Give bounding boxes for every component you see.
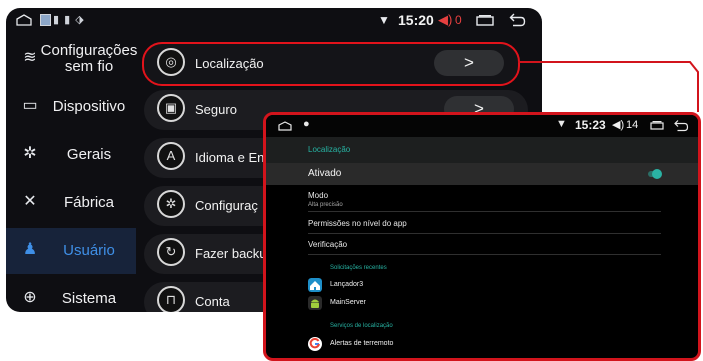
verification-label: Verificação	[308, 240, 348, 249]
menu-item-location[interactable]: ◎ Localização >	[142, 42, 520, 86]
service-name: Alertas de terremoto	[330, 340, 394, 347]
recent-apps-icon[interactable]	[476, 15, 494, 26]
tools-icon: ✕	[23, 193, 37, 210]
location-services-header: Serviços de localização	[330, 323, 393, 329]
sidebar-item-device[interactable]: ▭ Dispositivo	[6, 84, 136, 130]
settings-sidebar: ≋ Configurações sem fio ▭ Dispositivo ✲ …	[6, 36, 138, 312]
sidebar-item-system[interactable]: ⊕ Sistema	[6, 276, 136, 312]
status-bar: ▮ ▮ ⬗ ▼ 15:20 ◀) 0	[6, 8, 542, 34]
gallery-icon	[40, 14, 51, 27]
recent-requests-header: Solicitações recentes	[330, 265, 387, 271]
mode-row[interactable]: Modo Alta precisão	[308, 191, 661, 208]
toggle-switch[interactable]	[652, 169, 662, 179]
verification-row[interactable]: Verificação	[308, 240, 661, 249]
android-icon	[308, 296, 322, 310]
backup-icon: ↻	[157, 238, 185, 266]
menu-item-label: Conta	[195, 294, 230, 309]
sidebar-item-user[interactable]: ♟ Usuário	[6, 228, 136, 274]
language-icon: A	[157, 142, 185, 170]
mode-label: Modo	[308, 191, 329, 200]
wifi-icon: ≋	[23, 49, 37, 66]
location-pin-icon: ●	[303, 118, 310, 130]
recent-apps-icon[interactable]	[650, 121, 664, 130]
sidebar-item-label: Fábrica	[63, 194, 115, 211]
wifi-signal-icon: ▼	[378, 13, 390, 27]
menu-item-label: Configuraç	[195, 198, 258, 213]
clock: 15:20	[398, 12, 434, 28]
sidebar-item-label: Usuário	[63, 242, 115, 259]
home-icon[interactable]	[16, 14, 32, 26]
gear-icon: ✲	[23, 145, 37, 162]
sidebar-item-wireless[interactable]: ≋ Configurações sem fio	[6, 36, 138, 82]
location-settings-zoom: ● ▼ 15:23 ◀) 14 Localização Ativado Modo…	[263, 112, 701, 361]
sidebar-item-general[interactable]: ✲ Gerais	[6, 132, 136, 178]
toggle-label: Ativado	[308, 168, 342, 179]
page-title: Localização	[308, 145, 351, 154]
wifi-signal-icon: ▼	[556, 118, 567, 130]
sidebar-item-label: Dispositivo	[52, 98, 126, 115]
app-permissions-row[interactable]: Permissões no nível do app	[308, 219, 661, 228]
back-icon[interactable]	[674, 119, 689, 132]
settings-icon: ✲	[157, 190, 185, 218]
divider	[308, 233, 661, 234]
globe-icon: ⊕	[23, 289, 37, 306]
google-icon	[308, 337, 322, 351]
clock: 15:23	[575, 118, 606, 132]
app-permissions-label: Permissões no nível do app	[308, 219, 407, 228]
divider	[308, 254, 661, 255]
monitor-icon: ▭	[22, 97, 38, 114]
app-name: MainServer	[330, 299, 366, 306]
app-name: Lançador3	[330, 281, 364, 288]
launcher-icon	[308, 278, 322, 292]
location-icon: ◎	[157, 48, 185, 76]
notification-icons: ▮ ▮ ⬗	[40, 13, 85, 27]
mode-value: Alta precisão	[308, 202, 343, 208]
sidebar-item-label: Gerais	[66, 146, 112, 163]
menu-item-label: Fazer backu	[195, 246, 267, 261]
home-icon[interactable]	[278, 121, 292, 131]
menu-item-label: Idioma e En	[195, 150, 265, 165]
location-toggle-row[interactable]: Ativado	[266, 163, 698, 185]
back-icon[interactable]	[509, 12, 526, 27]
lock-icon: ▣	[157, 94, 185, 122]
sidebar-item-label: Sistema	[61, 290, 117, 307]
location-header: Localização	[266, 137, 698, 163]
android-icon: ⊓	[157, 286, 185, 312]
divider	[308, 211, 661, 212]
volume-level: 14	[626, 119, 639, 131]
volume-icon[interactable]: ◀)	[612, 118, 624, 131]
volume-level: 0	[455, 13, 462, 27]
menu-item-label: Localização	[195, 56, 264, 71]
menu-item-label: Seguro	[195, 102, 237, 117]
sidebar-item-label: Configurações sem fio	[40, 42, 138, 75]
user-icon: ♟	[22, 241, 38, 258]
inset-status-bar: ● ▼ 15:23 ◀) 14	[266, 115, 698, 137]
chevron-right-icon[interactable]: >	[434, 50, 504, 76]
volume-icon[interactable]: ◀)	[438, 12, 452, 28]
sidebar-item-factory[interactable]: ✕ Fábrica	[6, 180, 136, 226]
